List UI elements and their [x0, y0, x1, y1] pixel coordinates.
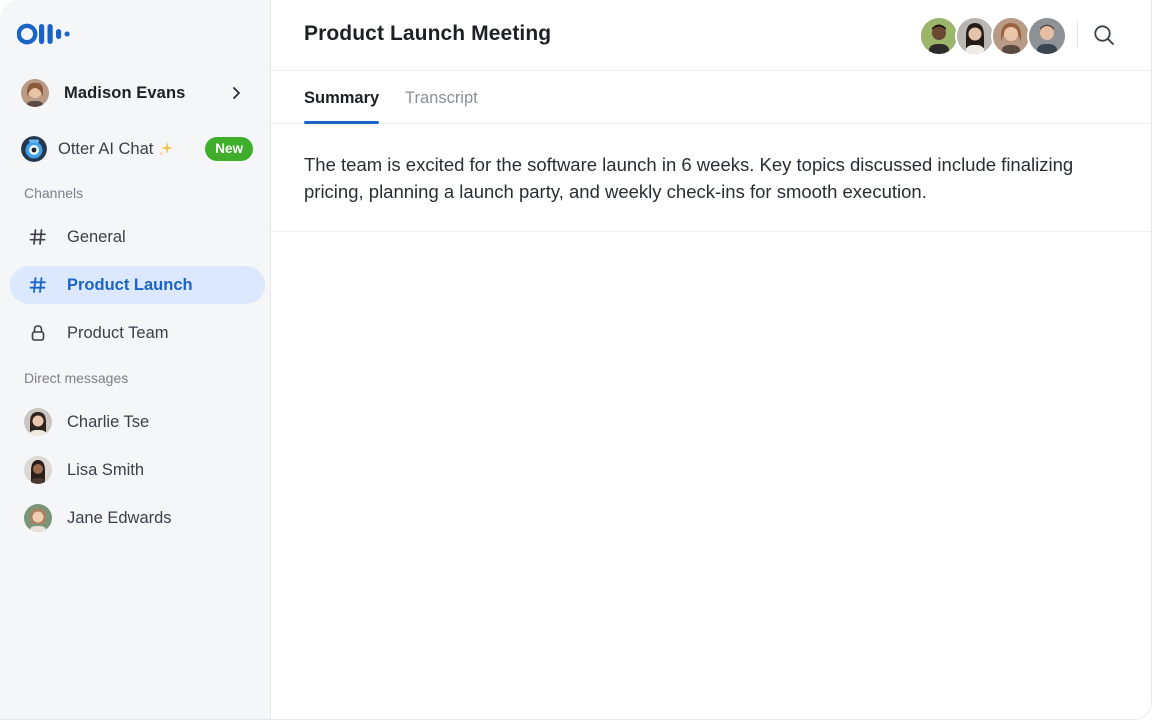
sidebar: Madison Evans Otter AI Chat New Channels [0, 0, 271, 719]
channel-item-product-launch[interactable]: Product Launch [10, 266, 265, 304]
otter-logo-icon [17, 23, 70, 45]
page-title: Product Launch Meeting [304, 22, 552, 45]
otter-logo[interactable] [17, 22, 77, 46]
tab-label: Summary [304, 89, 380, 107]
channel-item-product-team[interactable]: Product Team [10, 314, 265, 352]
dm-label: Jane Edwards [67, 508, 172, 527]
tab-transcript[interactable]: Transcript [405, 89, 478, 108]
tab-bar: Summary Transcript [271, 71, 1151, 124]
app-window: Madison Evans Otter AI Chat New Channels [0, 0, 1152, 720]
header-divider [1077, 22, 1078, 48]
participant-avatar[interactable] [919, 16, 959, 56]
summary-text: The team is excited for the software lau… [304, 154, 1074, 202]
participant-avatar[interactable] [1027, 16, 1067, 56]
channels-section-label: Channels [24, 185, 84, 201]
dm-label: Charlie Tse [67, 412, 150, 431]
dm-item-lisa-smith[interactable]: Lisa Smith [10, 450, 265, 490]
user-profile-row[interactable]: Madison Evans [10, 72, 262, 114]
user-name: Madison Evans [64, 83, 186, 102]
header: Product Launch Meeting [271, 0, 1151, 71]
channel-label: Product Team [67, 323, 169, 342]
dm-item-charlie-tse[interactable]: Charlie Tse [10, 402, 265, 442]
participant-avatar[interactable] [991, 16, 1031, 56]
otter-ai-avatar-icon [21, 136, 47, 162]
user-avatar [21, 79, 49, 107]
direct-messages-section-label: Direct messages [24, 370, 129, 386]
tab-label: Transcript [405, 89, 478, 107]
otter-ai-chat-item[interactable]: Otter AI Chat New [10, 131, 262, 167]
search-icon[interactable] [1093, 24, 1115, 46]
dm-item-jane-edwards[interactable]: Jane Edwards [10, 498, 265, 538]
participants-avatars[interactable] [919, 16, 1067, 56]
lock-icon [28, 323, 48, 343]
participant-avatar[interactable] [955, 16, 995, 56]
chevron-right-icon[interactable] [228, 85, 244, 101]
main-panel: Product Launch Meeting Summary Transcrip… [271, 0, 1151, 719]
sparkle-icon [159, 142, 174, 156]
channel-label: Product Launch [67, 275, 193, 294]
active-tab-indicator [304, 121, 380, 124]
hash-icon [28, 275, 48, 295]
dm-label: Lisa Smith [67, 460, 145, 479]
otter-ai-chat-label: Otter AI Chat [58, 139, 154, 158]
channel-item-general[interactable]: General [10, 218, 265, 256]
channel-label: General [67, 227, 126, 246]
avatar [24, 504, 52, 532]
hash-icon [28, 227, 48, 247]
avatar [24, 408, 52, 436]
avatar [24, 456, 52, 484]
new-badge: New [205, 137, 253, 161]
tab-summary[interactable]: Summary [304, 89, 380, 124]
summary-section: The team is excited for the software lau… [271, 124, 1151, 232]
